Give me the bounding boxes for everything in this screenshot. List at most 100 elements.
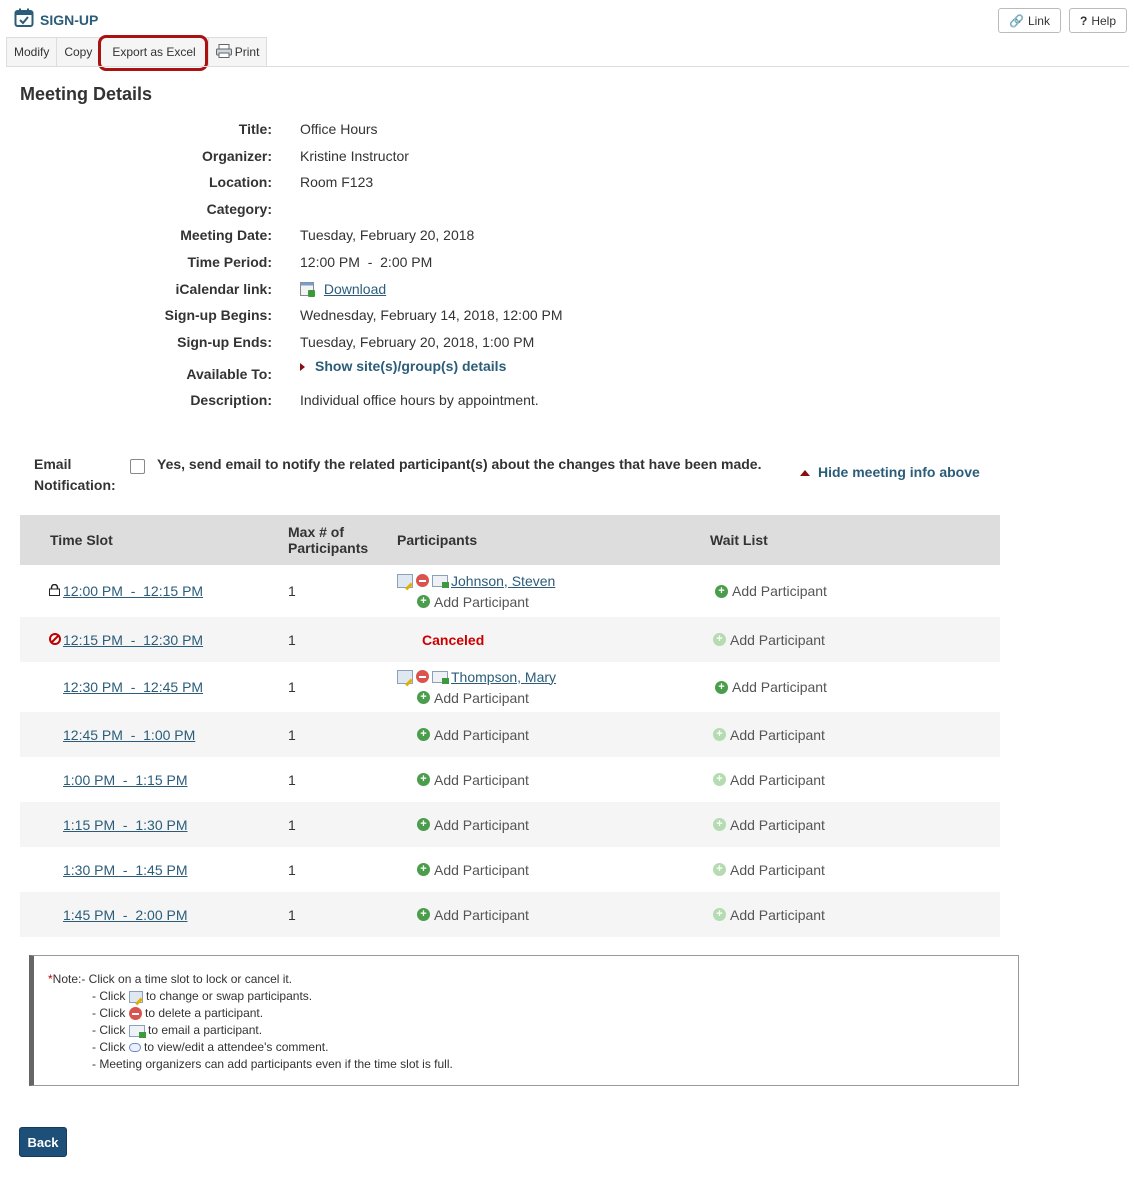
waitlist-cell: + Add Participant: [710, 565, 1000, 617]
organizer-value: Kristine Instructor: [300, 148, 409, 164]
calendar-download-icon: [300, 281, 316, 300]
max-participants: 1: [288, 679, 296, 695]
note-line-6: - Meeting organizers can add participant…: [92, 1057, 453, 1071]
add-icon: +: [713, 728, 726, 741]
description-value: Individual office hours by appointment.: [300, 392, 539, 408]
add-waitlist-button[interactable]: + Add Participant: [710, 581, 1000, 602]
time-slot-link[interactable]: 12:30 PM - 12:45 PM: [63, 679, 203, 695]
time-period-value: 12:00 PM - 2:00 PM: [300, 254, 433, 270]
slot-cell: 12:45 PM - 1:00 PM: [20, 712, 288, 757]
edit-participant-icon[interactable]: [397, 669, 413, 684]
add-icon: +: [417, 908, 430, 921]
add-waitlist-label: Add Participant: [732, 679, 827, 695]
email-participant-icon[interactable]: [432, 574, 449, 588]
add-waitlist-label: Add Participant: [732, 583, 827, 599]
add-waitlist-label: Add Participant: [730, 726, 825, 743]
note-text-3: to delete a participant.: [145, 1006, 264, 1020]
add-waitlist-button[interactable]: + Add Participant: [710, 904, 1000, 925]
signup-ends-label: Sign-up Ends:: [177, 334, 272, 350]
link-button[interactable]: 🔗 Link: [998, 8, 1061, 33]
back-button[interactable]: Back: [19, 1127, 67, 1157]
add-participant-button[interactable]: + Add Participant: [397, 687, 710, 708]
add-participant-button[interactable]: + Add Participant: [397, 591, 710, 612]
add-waitlist-button[interactable]: + Add Participant: [710, 814, 1000, 835]
note-text-5: to view/edit a attendee's comment.: [144, 1040, 329, 1054]
download-link[interactable]: Download: [324, 281, 386, 297]
help-icon: ?: [1079, 13, 1088, 28]
email-label-line2: Notification:: [34, 477, 116, 493]
time-slot-link[interactable]: 12:00 PM - 12:15 PM: [63, 583, 203, 599]
header-wait-list: Wait List: [710, 515, 1000, 565]
max-participants: 1: [288, 802, 397, 847]
waitlist-cell: + Add Participant: [710, 847, 1000, 892]
delete-participant-icon[interactable]: [416, 670, 429, 683]
time-slot-link[interactable]: 12:45 PM - 1:00 PM: [63, 727, 195, 743]
header-time-slot: Time Slot: [20, 515, 288, 565]
participants-cell: + Add Participant: [397, 712, 710, 757]
email-participant-icon[interactable]: [432, 670, 449, 684]
add-icon: +: [417, 595, 430, 608]
time-period-label: Time Period:: [187, 254, 272, 270]
add-participant-label: Add Participant: [434, 816, 529, 833]
edit-participant-icon[interactable]: [397, 573, 413, 588]
icalendar-link[interactable]: Download: [300, 281, 386, 300]
add-waitlist-button[interactable]: + Add Participant: [710, 724, 1000, 745]
header-participants: Participants: [397, 515, 710, 565]
title-value: Office Hours: [300, 121, 378, 137]
participants-cell: Johnson, Steven + Add Participant: [397, 565, 710, 617]
table-row: 1:45 PM - 2:00 PM 1 + Add Participant + Ad…: [20, 892, 1000, 937]
note-click-text: - Click: [92, 1023, 126, 1037]
participant-name-link[interactable]: Thompson, Mary: [451, 669, 556, 685]
email-notify-checkbox[interactable]: [130, 459, 145, 474]
add-waitlist-button[interactable]: + Add Participant: [710, 859, 1000, 880]
calendar-icon: [14, 8, 34, 31]
add-waitlist-button[interactable]: + Add Participant: [710, 629, 1000, 650]
show-groups-toggle[interactable]: Show site(s)/group(s) details: [300, 358, 506, 374]
add-icon: +: [713, 908, 726, 921]
location-value: Room F123: [300, 174, 374, 190]
waitlist-cell: + Add Participant: [710, 892, 1000, 937]
note-line-5: - Click to view/edit a attendee's commen…: [92, 1040, 328, 1054]
max-participants: 1: [288, 583, 296, 599]
add-participant-button[interactable]: + Add Participant: [397, 814, 710, 835]
show-groups-link[interactable]: Show site(s)/group(s) details: [315, 358, 506, 374]
waitlist-cell: + Add Participant: [710, 712, 1000, 757]
collapse-triangle-icon: [800, 470, 810, 477]
help-button[interactable]: ? Help: [1068, 8, 1127, 33]
add-participant-label: Add Participant: [434, 861, 529, 878]
delete-participant-icon[interactable]: [416, 574, 429, 587]
header-max-participants: Max # of Participants: [288, 515, 397, 565]
add-participant-button[interactable]: + Add Participant: [397, 724, 710, 745]
add-participant-button[interactable]: + Add Participant: [397, 769, 710, 790]
copy-button[interactable]: Copy: [56, 37, 100, 67]
add-participant-button[interactable]: + Add Participant: [397, 859, 710, 880]
table-row: 12:15 PM - 12:30 PM 1 Canceled + Add Part…: [20, 617, 1000, 662]
add-participant-label: Add Participant: [434, 593, 529, 610]
time-slot-link[interactable]: 12:15 PM - 12:30 PM: [63, 632, 203, 648]
note-line-4: - Click to email a participant.: [92, 1023, 262, 1038]
add-icon: +: [713, 818, 726, 831]
time-slot-link[interactable]: 1:15 PM - 1:30 PM: [63, 817, 188, 833]
instructions-note: *Note:- Click on a time slot to lock or …: [29, 955, 1019, 1086]
time-slot-link[interactable]: 1:00 PM - 1:15 PM: [63, 772, 188, 788]
hide-meeting-info-link[interactable]: Hide meeting info above: [800, 464, 980, 480]
max-participants: 1: [288, 712, 397, 757]
add-waitlist-button[interactable]: + Add Participant: [710, 769, 1000, 790]
add-waitlist-button[interactable]: + Add Participant: [710, 677, 1000, 698]
add-participant-label: Add Participant: [434, 771, 529, 788]
waitlist-cell: + Add Participant: [710, 617, 1000, 662]
print-button[interactable]: Print: [207, 37, 268, 67]
modify-button[interactable]: Modify: [6, 37, 57, 67]
email-label-line1: Email: [34, 456, 72, 472]
add-participant-label: Add Participant: [434, 906, 529, 923]
time-slot-link[interactable]: 1:30 PM - 1:45 PM: [63, 862, 188, 878]
toolbar: Modify Copy Export as Excel Print: [6, 37, 268, 67]
signup-begins-label: Sign-up Begins:: [164, 307, 272, 323]
export-excel-button[interactable]: Export as Excel: [99, 37, 208, 67]
participant-name-link[interactable]: Johnson, Steven: [451, 573, 555, 589]
add-participant-button[interactable]: + Add Participant: [397, 904, 710, 925]
waitlist-cell: + Add Participant: [710, 662, 1000, 712]
max-participants: 1: [288, 861, 296, 878]
time-slot-link[interactable]: 1:45 PM - 2:00 PM: [63, 907, 188, 923]
participants-cell: + Add Participant: [397, 847, 710, 892]
